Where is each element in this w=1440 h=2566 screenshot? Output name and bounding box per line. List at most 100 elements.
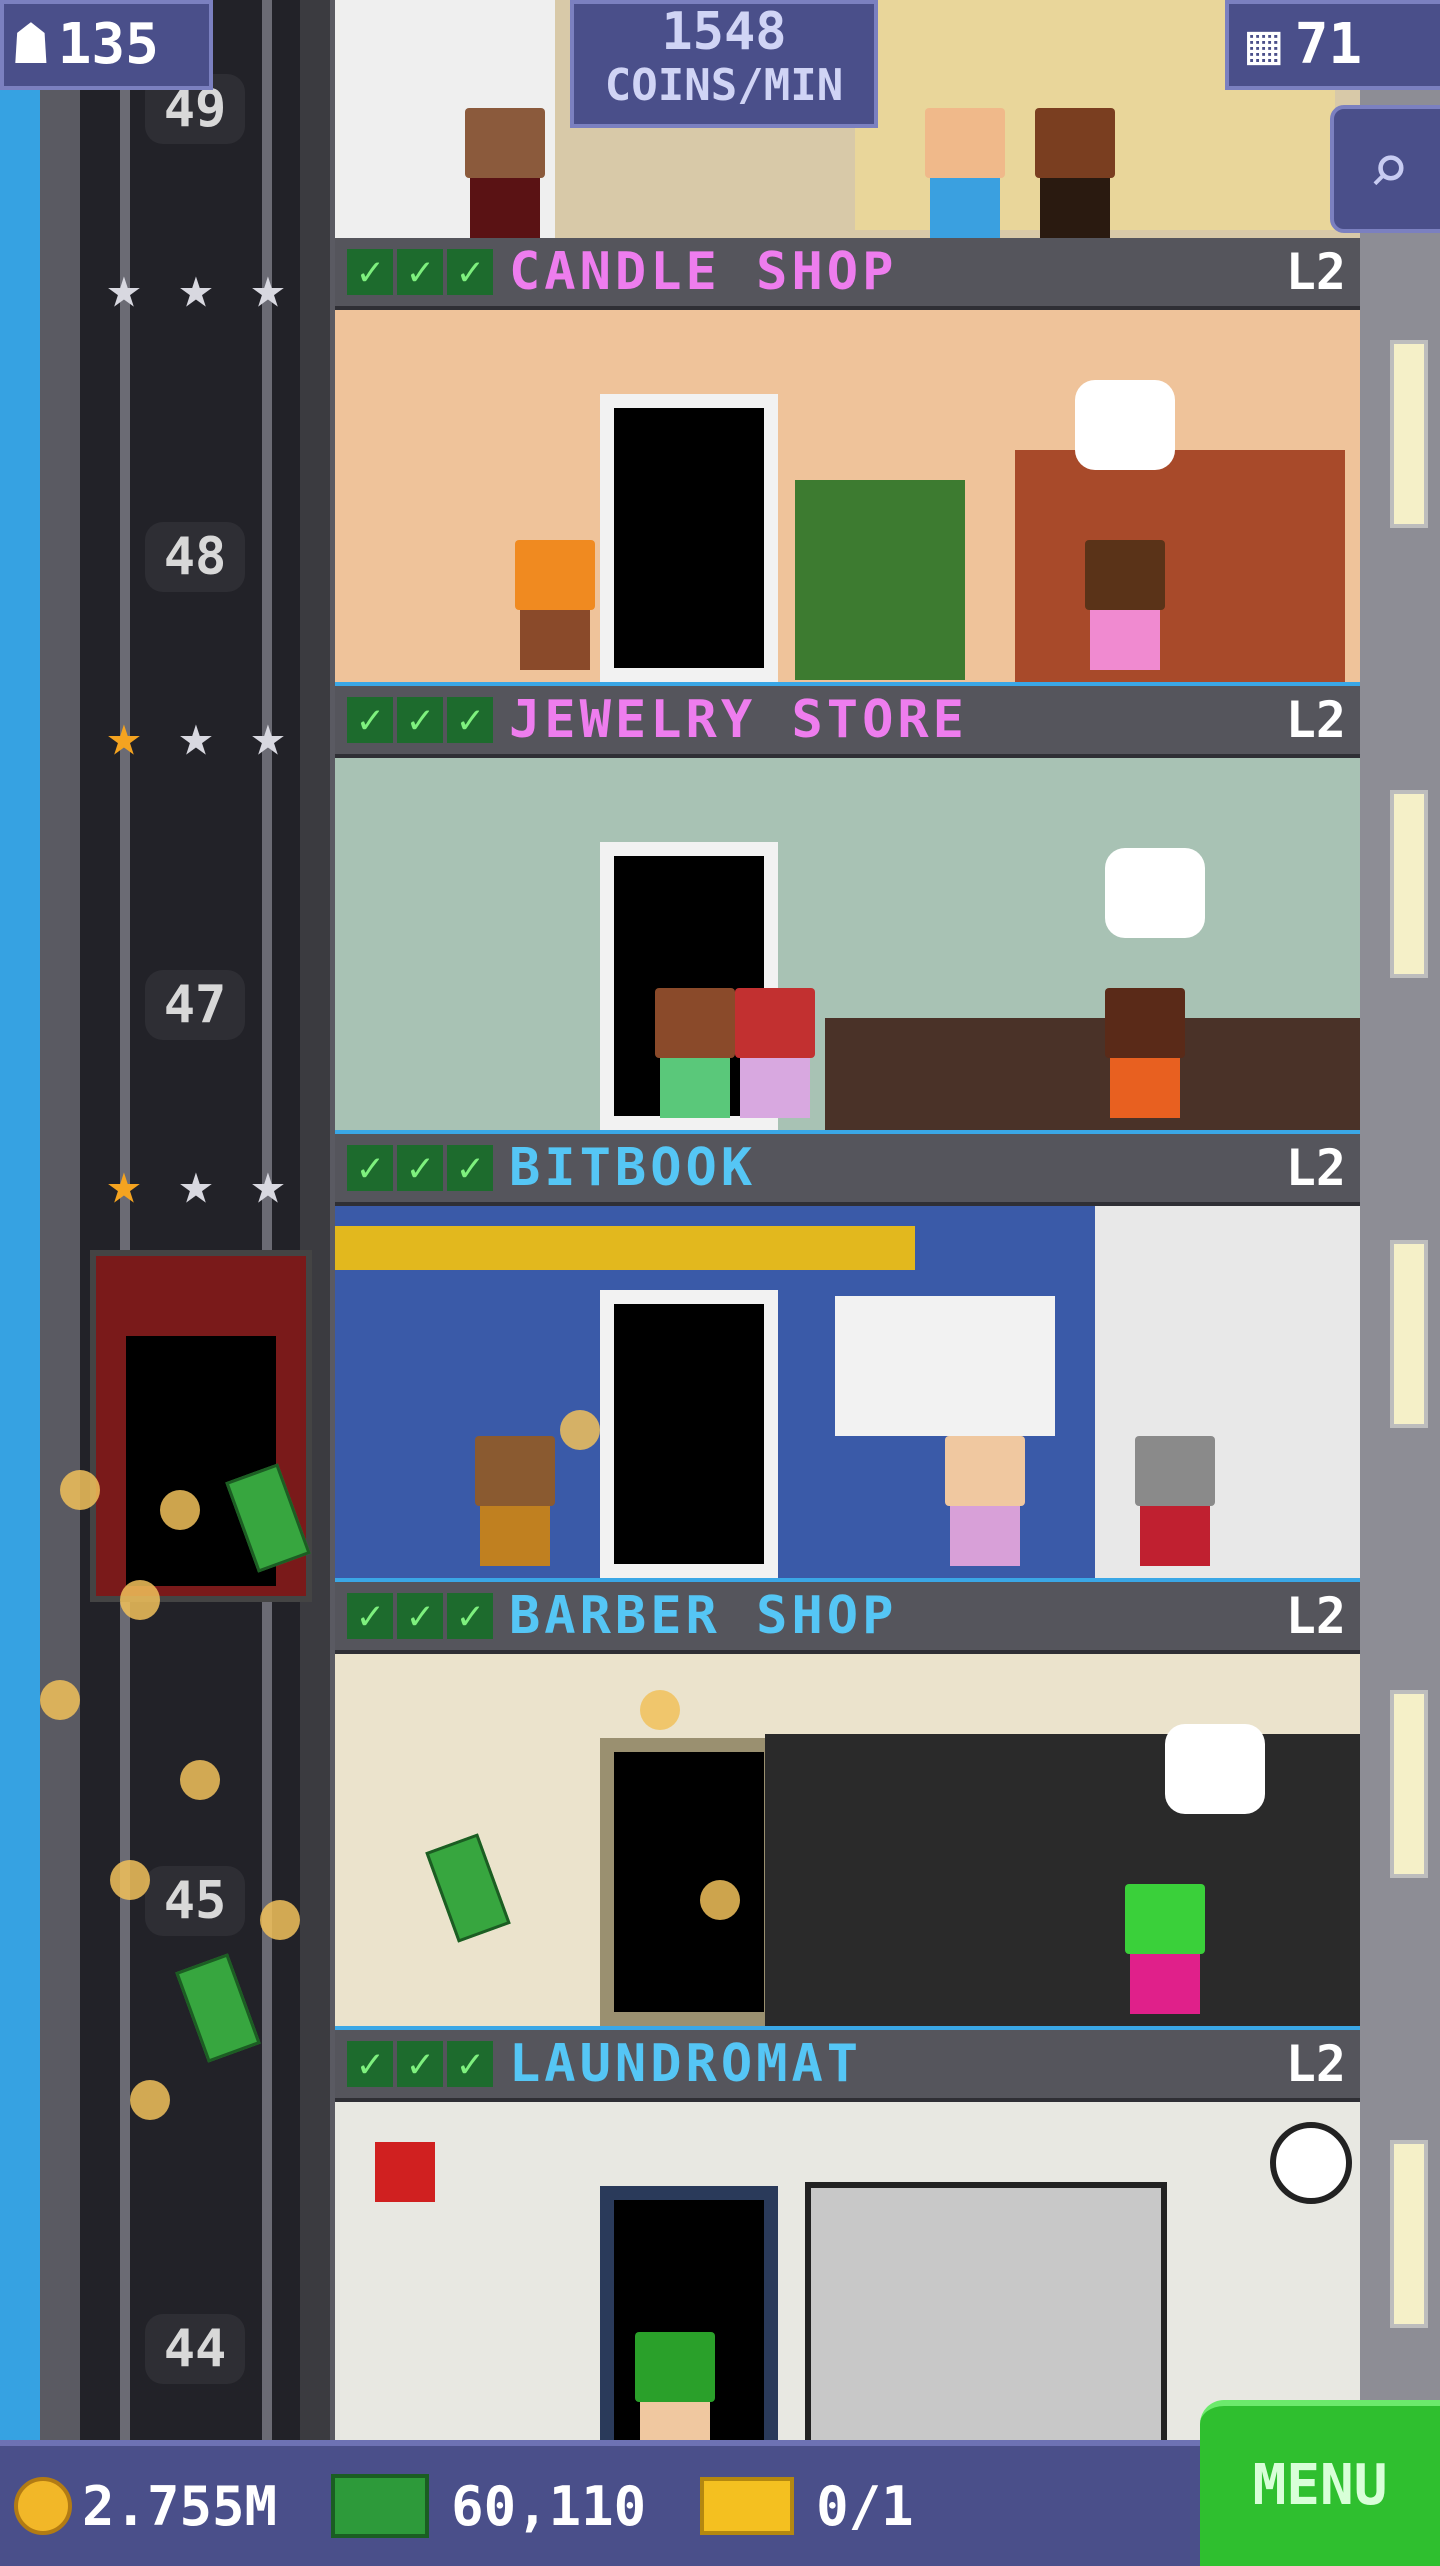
population-icon: ☗ [14,12,48,77]
check-icon: ✓ [397,2041,443,2087]
floor-bitbook[interactable]: ✓ ✓ ✓ BITBOOK L2 [335,1134,1360,1582]
resident-avatar[interactable] [515,540,595,670]
menu-button[interactable]: MENU [1200,2400,1440,2566]
wall-light [1390,790,1428,978]
bitbook-logo-sign [835,1296,1055,1436]
elevator-rail-left [120,0,130,2440]
resident-avatar[interactable] [465,108,545,238]
coins-value: 2.755M [82,2474,278,2538]
resident-avatar[interactable] [1035,108,1115,238]
resident-avatar[interactable] [1135,1436,1215,1566]
star-icon: ★ [178,253,214,321]
check-icon: ✓ [447,697,493,743]
floor-name: LAUNDROMAT [509,2034,863,2094]
coins-display: 2.755M [14,2475,277,2538]
floor-count-badge[interactable]: ▦ 71 [1225,0,1440,90]
stock-stars: ★ ★ ★ [95,258,297,316]
resident-avatar[interactable] [1125,1884,1205,2014]
check-icon: ✓ [397,1145,443,1191]
elevator-floor-number: 48 [145,522,245,592]
check-icon: ✓ [397,1593,443,1639]
speech-bubble[interactable] [1165,1724,1265,1814]
check-icon: ✓ [397,249,443,295]
check-icon: ✓ [347,1145,393,1191]
room-door [600,1738,778,2026]
room-interior[interactable] [335,758,1360,1130]
building-icon: ▦ [1247,12,1281,77]
floor-level: L2 [1285,1587,1346,1645]
falling-coin [700,1880,740,1920]
washing-machines [805,2182,1167,2454]
wall-light [1390,2140,1428,2328]
barber-stations [765,1734,1360,2026]
stock-stars: ★ ★ ★ [95,1154,297,1212]
room-interior[interactable] [335,1654,1360,2026]
coins-per-min-value: 1548 [661,2,787,62]
bux-display[interactable]: 60,110 [291,2474,646,2538]
elevator-floor-number: 47 [145,970,245,1040]
resident-avatar[interactable] [945,1436,1025,1566]
wall-light [1390,340,1428,528]
room-interior[interactable] [335,310,1360,682]
falling-coin [160,1490,200,1530]
floor-header[interactable]: ✓ ✓ ✓ LAUNDROMAT L2 [335,2030,1360,2102]
resident-avatar[interactable] [1085,540,1165,670]
floor-level: L2 [1285,691,1346,749]
room-interior[interactable] [335,1206,1360,1578]
tickets-display[interactable]: 0/1 [660,2475,914,2538]
speech-bubble[interactable] [1075,380,1175,470]
candle-shelf [1015,450,1345,682]
falling-coin [60,1470,100,1510]
tickets-value: 0/1 [816,2474,914,2538]
elevator-floor-number: 45 [145,1866,245,1936]
floor-name: BARBER SHOP [509,1586,898,1646]
magnifier-icon[interactable]: ⌕ [1330,105,1440,233]
falling-coin [640,1690,680,1730]
check-icon: ✓ [347,249,393,295]
resident-avatar[interactable] [655,988,735,1118]
falling-coin [120,1580,160,1620]
floor-name: JEWELRY STORE [509,690,968,750]
jewelry-counter [825,1018,1360,1130]
star-icon: ★ [178,1149,214,1217]
check-icon: ✓ [447,249,493,295]
falling-coin [260,1900,300,1940]
falling-coin [40,1680,80,1720]
star-icon: ★ [106,253,142,321]
falling-coin [110,1860,150,1900]
check-icon: ✓ [397,697,443,743]
star-icon: ★ [106,1149,142,1217]
floor-barber-shop[interactable]: ✓ ✓ ✓ BARBER SHOP L2 [335,1582,1360,2030]
check-icon: ✓ [447,1145,493,1191]
floor-level: L2 [1285,2035,1346,2093]
floor-level: L2 [1285,243,1346,301]
resident-avatar[interactable] [1105,988,1185,1118]
floor-header[interactable]: ✓ ✓ ✓ BITBOOK L2 [335,1134,1360,1206]
bux-value: 60,110 [451,2474,647,2538]
speech-bubble[interactable] [1105,848,1205,938]
stock-checks: ✓ ✓ ✓ [347,249,493,295]
resident-avatar[interactable] [475,1436,555,1566]
floor-level: L2 [1285,1139,1346,1197]
floor-count-value: 71 [1294,12,1363,77]
floor-header[interactable]: ✓ ✓ ✓ JEWELRY STORE L2 [335,686,1360,758]
candle-display [795,480,965,680]
elevator-floor-number: 44 [145,2314,245,2384]
room-door [600,1290,778,1578]
falling-coin [180,1760,220,1800]
floor-header[interactable]: ✓ ✓ ✓ CANDLE SHOP L2 [335,238,1360,310]
resident-avatar[interactable] [925,108,1005,238]
check-icon: ✓ [347,697,393,743]
floor-header[interactable]: ✓ ✓ ✓ BARBER SHOP L2 [335,1582,1360,1654]
floor-candle-shop[interactable]: ✓ ✓ ✓ CANDLE SHOP L2 [335,238,1360,686]
resident-avatar[interactable] [735,988,815,1118]
no-sign-icon [375,2142,435,2202]
ticket-icon [700,2477,795,2535]
falling-coin [560,1410,600,1450]
check-icon: ✓ [347,2041,393,2087]
floor-jewelry-store[interactable]: ✓ ✓ ✓ JEWELRY STORE L2 [335,686,1360,1134]
population-counter[interactable]: ☗ 135 [0,0,213,90]
sky-background [0,0,40,2560]
floor-name: CANDLE SHOP [509,242,898,302]
falling-coin [130,2080,170,2120]
